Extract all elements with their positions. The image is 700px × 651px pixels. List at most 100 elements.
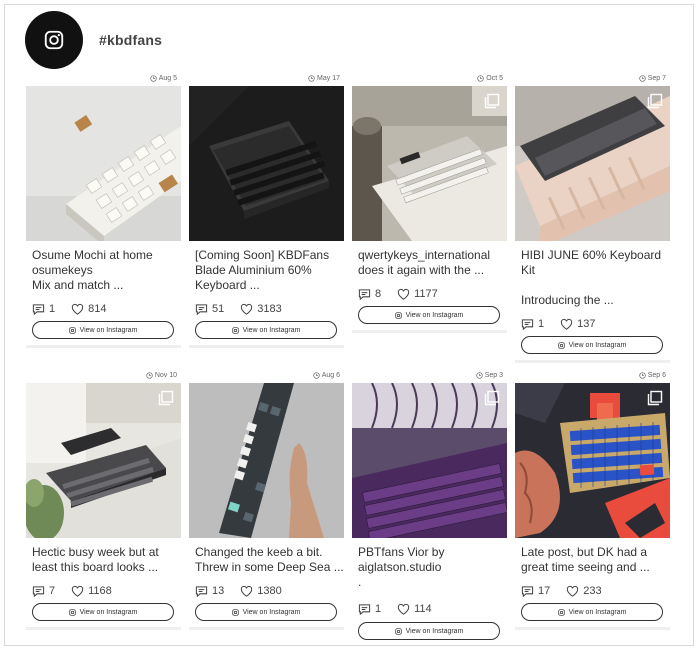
- comment-icon: [521, 585, 534, 597]
- caption-line: great time seeing and ...: [521, 560, 650, 574]
- post-caption: HIBI JUNE 60% Keyboard Kit Introducing t…: [521, 248, 669, 308]
- post-image[interactable]: [515, 86, 670, 241]
- comment-count-text: 17: [538, 585, 551, 597]
- caption-line: Late post, but DK had a: [521, 545, 648, 559]
- comment-count-text: 1: [538, 318, 545, 330]
- card-divider: [189, 627, 344, 630]
- caption-line: HIBI JUNE 60% Keyboard: [521, 248, 662, 262]
- caption-line: [Coming Soon] KBDFans: [195, 248, 330, 262]
- comment-count-text: 1: [375, 603, 382, 615]
- caption-line: does it again with the ...: [358, 263, 485, 277]
- post-image[interactable]: [26, 383, 181, 538]
- like-count-text: 1380: [257, 585, 282, 597]
- comment-count: 51: [195, 303, 224, 316]
- post-stats: 13 1380: [195, 584, 298, 598]
- caption-line: [521, 278, 669, 293]
- instagram-icon: [394, 311, 402, 319]
- view-on-instagram-button[interactable]: View on Instagram: [195, 603, 337, 621]
- view-on-instagram-button[interactable]: View on Instagram: [32, 321, 174, 339]
- multiple-images-icon: [484, 390, 500, 406]
- post-date-text: Sep 7: [647, 75, 666, 82]
- post-stats: 1 814: [32, 302, 122, 316]
- caption-line: .: [358, 575, 362, 589]
- card-divider: [26, 627, 181, 630]
- post-stats: 17 233: [521, 584, 618, 598]
- post-date: Nov 10: [146, 372, 177, 379]
- comment-count: 13: [195, 585, 224, 598]
- post-date: May 17: [308, 75, 340, 82]
- post-grid: Aug 5 Osume Mochi at home osumekeys Mix …: [0, 0, 700, 651]
- post-caption: Changed the keeb a bit. Threw in some De…: [195, 545, 343, 575]
- caption-line: PBTfans Vior by: [358, 545, 445, 559]
- button-label: View on Instagram: [568, 341, 627, 349]
- clock-icon: [308, 75, 315, 82]
- multiple-images-icon: [647, 390, 663, 406]
- post-image[interactable]: [515, 383, 670, 538]
- post-image[interactable]: [352, 383, 507, 538]
- post-caption: Late post, but DK had a great time seein…: [521, 545, 669, 575]
- post-caption: Osume Mochi at home osumekeys Mix and ma…: [32, 248, 180, 293]
- view-on-instagram-button[interactable]: View on Instagram: [195, 321, 337, 339]
- post-image[interactable]: [189, 86, 344, 241]
- caption-line: Blade Aluminium 60%: [195, 263, 312, 277]
- post-date: Oct 5: [477, 75, 503, 82]
- like-count-text: 137: [577, 318, 596, 330]
- like-count: 233: [566, 585, 602, 598]
- comment-count: 8: [358, 288, 381, 301]
- button-label: View on Instagram: [568, 608, 627, 616]
- heart-icon: [241, 585, 253, 597]
- comment-icon: [32, 303, 45, 315]
- comment-icon: [358, 603, 371, 615]
- clock-icon: [477, 75, 484, 82]
- button-label: View on Instagram: [405, 311, 464, 319]
- post-image[interactable]: [189, 383, 344, 538]
- post-date: Aug 5: [150, 75, 177, 82]
- comment-icon: [195, 585, 208, 597]
- comment-count: 17: [521, 585, 550, 598]
- comment-count-text: 13: [212, 585, 225, 597]
- post-date-text: Aug 6: [321, 372, 340, 379]
- like-count: 1380: [240, 585, 282, 598]
- clock-icon: [313, 372, 320, 379]
- post-date: Sep 3: [476, 372, 503, 379]
- instagram-icon: [557, 608, 565, 616]
- comment-icon: [195, 303, 208, 315]
- view-on-instagram-button[interactable]: View on Instagram: [521, 336, 663, 354]
- caption-line: Introducing the ...: [521, 293, 614, 307]
- like-count-text: 3183: [257, 303, 282, 315]
- post-image[interactable]: [352, 86, 507, 241]
- comment-count: 1: [358, 603, 381, 616]
- caption-line: least this board looks ...: [32, 560, 159, 574]
- comment-count: 1: [32, 303, 55, 316]
- multiple-images-icon: [158, 390, 174, 406]
- post-stats: 51 3183: [195, 302, 298, 316]
- like-count-text: 814: [88, 303, 107, 315]
- post-date-text: Sep 3: [484, 372, 503, 379]
- view-on-instagram-button[interactable]: View on Instagram: [358, 622, 500, 640]
- comment-icon: [32, 585, 45, 597]
- caption-line: aiglatson.studio: [358, 560, 442, 574]
- caption-line: Osume Mochi at home: [32, 248, 153, 262]
- like-count: 1168: [71, 585, 112, 598]
- caption-line: Mix and match ...: [32, 278, 124, 292]
- button-label: View on Instagram: [242, 608, 301, 616]
- view-on-instagram-button[interactable]: View on Instagram: [32, 603, 174, 621]
- post-image[interactable]: [26, 86, 181, 241]
- like-count-text: 114: [414, 603, 432, 615]
- post-date-text: Nov 10: [154, 372, 177, 379]
- view-on-instagram-button[interactable]: View on Instagram: [358, 306, 500, 324]
- view-on-instagram-button[interactable]: View on Instagram: [521, 603, 663, 621]
- caption-line: Keyboard ...: [195, 278, 260, 292]
- post-stats: 8 1177: [358, 287, 454, 301]
- post-date: Sep 6: [639, 372, 666, 379]
- comment-count-text: 51: [212, 303, 225, 315]
- button-label: View on Instagram: [405, 627, 464, 635]
- instagram-icon: [231, 608, 239, 616]
- button-label: View on Instagram: [79, 608, 138, 616]
- card-divider: [189, 345, 344, 348]
- heart-icon: [71, 303, 84, 315]
- card-divider: [515, 360, 670, 363]
- clock-icon: [476, 372, 483, 379]
- heart-icon: [560, 318, 573, 330]
- post-stats: 1 137: [521, 317, 611, 331]
